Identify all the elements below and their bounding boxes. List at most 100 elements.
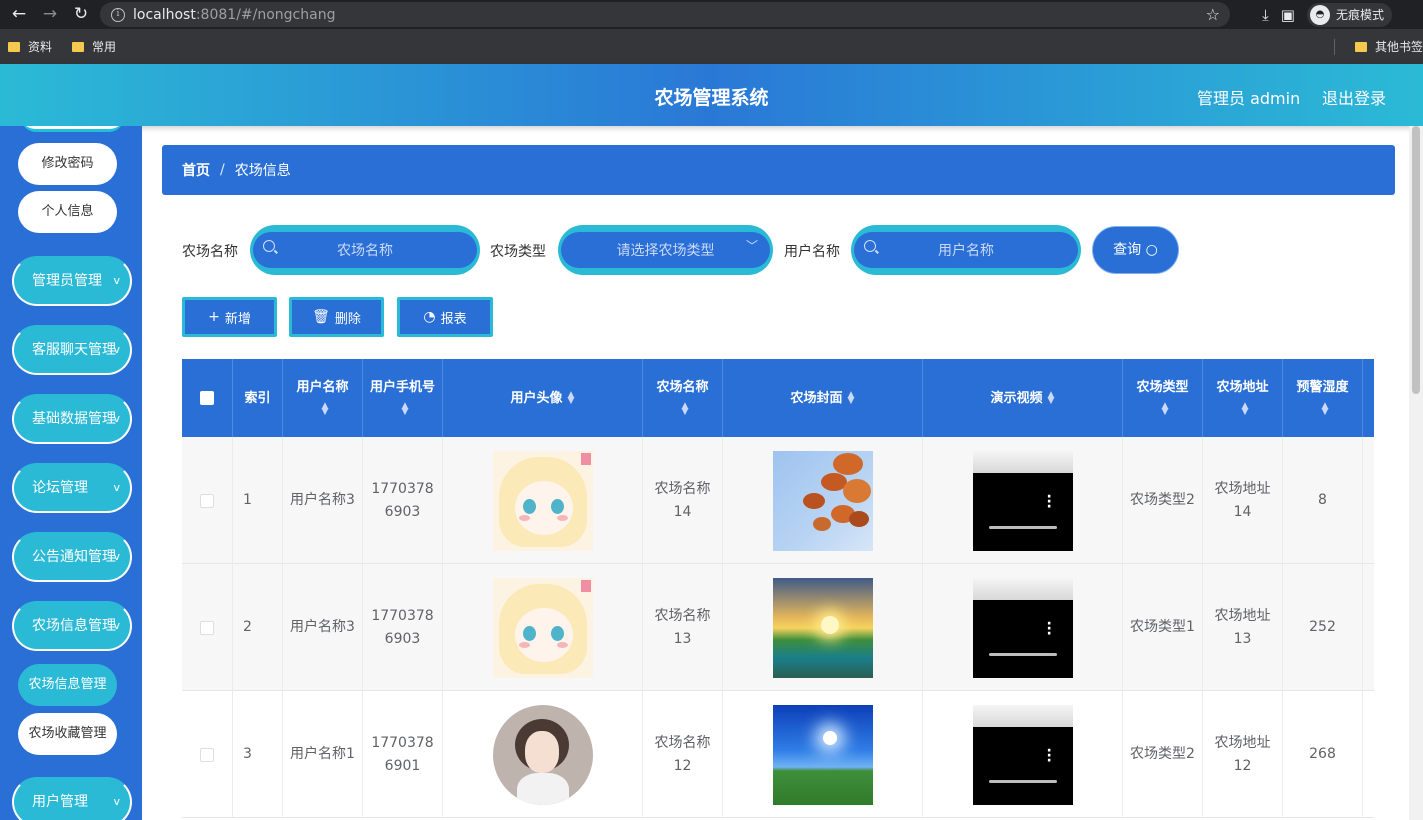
- sunset-lake-cover-image[interactable]: [772, 577, 873, 678]
- sort-icon[interactable]: ▲ ▼: [568, 391, 575, 406]
- user-name-placeholder: 用户名称: [938, 243, 994, 259]
- farm-address-cell: 农场地址14: [1203, 437, 1283, 564]
- column-header[interactable]: 用户头像 ▲ ▼: [443, 359, 643, 437]
- sort-icon[interactable]: ▲ ▼: [1048, 391, 1055, 406]
- column-header-label: 农场名称: [656, 380, 709, 395]
- column-header[interactable]: 用户名称 ▲ ▼: [283, 359, 363, 437]
- sidebar-menu-admin[interactable]: 管理员管理 v: [12, 256, 132, 306]
- reload-icon[interactable]: ↻: [69, 0, 93, 29]
- column-header[interactable]: 用户手机号 ▲ ▼: [363, 359, 443, 437]
- row-checkbox[interactable]: [200, 493, 214, 508]
- video-progress-bar[interactable]: [988, 779, 1057, 783]
- sidebar-menu-farm-info[interactable]: 农场信息管理 v: [12, 601, 132, 651]
- column-header[interactable]: 农场地址 ▲ ▼: [1203, 359, 1283, 437]
- sort-icon[interactable]: ▲ ▼: [682, 401, 689, 416]
- sidebar-menu-forum[interactable]: 论坛管理 v: [12, 463, 132, 513]
- address-bar[interactable]: i localhost :8081/#/nongchang ☆: [100, 2, 1230, 27]
- user-name-input[interactable]: 用户名称: [851, 225, 1081, 275]
- report-button[interactable]: ◔ 报表: [397, 297, 493, 337]
- chevron-down-icon: v: [113, 795, 120, 808]
- select-all-checkbox[interactable]: [200, 391, 214, 405]
- breadcrumb-home[interactable]: 首页: [182, 160, 210, 180]
- sidebar-menu-users[interactable]: 用户管理 v: [12, 777, 132, 820]
- video-player[interactable]: · · ·: [972, 450, 1073, 551]
- header-select-all[interactable]: [182, 359, 233, 437]
- bookmarks-bar: 资料 常用 其他书签: [0, 29, 1423, 64]
- video-progress-bar[interactable]: [988, 525, 1057, 529]
- sort-icon[interactable]: ▲ ▼: [1162, 401, 1169, 416]
- sidebar-menu-chat[interactable]: 客服聊天管理 v: [12, 325, 132, 375]
- query-button[interactable]: 查询 ○: [1092, 226, 1179, 274]
- column-header[interactable]: 农场封面 ▲ ▼: [723, 359, 923, 437]
- download-icon[interactable]: ⤓: [1262, 6, 1269, 24]
- browser-toolbar: ← → ↻ i localhost :8081/#/nongchang ☆ ⤓ …: [0, 0, 1423, 29]
- bookmark-label: 其他书签: [1374, 40, 1423, 54]
- column-header-label: 农场封面: [790, 390, 843, 406]
- more-options-icon[interactable]: · · ·: [1047, 744, 1052, 768]
- user-name-cell: 用户名称3: [283, 437, 363, 564]
- column-header[interactable]: 预警湿度 ▲ ▼: [1283, 359, 1363, 437]
- sort-icon[interactable]: ▲ ▼: [1322, 401, 1329, 416]
- side-panel-icon[interactable]: ▣: [1281, 6, 1295, 24]
- sidebar-item-hidden[interactable]: [21, 126, 124, 132]
- video-player[interactable]: · · ·: [972, 577, 1073, 678]
- column-header[interactable]: 农场名称 ▲ ▼: [643, 359, 723, 437]
- forward-arrow-icon[interactable]: →: [38, 0, 62, 29]
- back-arrow-icon[interactable]: ←: [7, 0, 31, 29]
- add-button[interactable]: + 新增: [182, 297, 277, 337]
- bookmark-folder[interactable]: 资料: [8, 38, 52, 55]
- sidebar-menu-base-data[interactable]: 基础数据管理 v: [12, 394, 132, 444]
- row-checkbox[interactable]: [200, 620, 214, 635]
- farm-name-input[interactable]: 农场名称: [250, 225, 480, 275]
- delete-button-label: 删除: [334, 311, 361, 327]
- warn-humidity-cell: 252: [1283, 564, 1363, 691]
- page-scrollbar[interactable]: [1409, 126, 1423, 820]
- video-player[interactable]: · · ·: [972, 704, 1073, 805]
- sidebar-subitem-farm-favorites[interactable]: 农场收藏管理: [18, 713, 117, 755]
- incognito-badge[interactable]: ◓ 无痕模式: [1306, 2, 1392, 27]
- table-row[interactable]: 2 用户名称3 17703786903 农场名称13 · · · 农场类型1 农…: [182, 564, 1374, 691]
- logout-link[interactable]: 退出登录: [1322, 85, 1386, 109]
- illustrated-woman-avatar-image[interactable]: [492, 704, 593, 805]
- sidebar-subitem-farm-info[interactable]: 农场信息管理: [18, 664, 117, 706]
- other-bookmarks[interactable]: 其他书签: [1354, 38, 1423, 55]
- table-row[interactable]: 3 用户名称1 17703786901 农场名称12 · · · 农场类型2 农场地…: [182, 691, 1374, 818]
- delete-button[interactable]: 🗑 删除: [289, 297, 384, 337]
- column-header[interactable]: 演示视频 ▲ ▼: [923, 359, 1123, 437]
- blue-sky-meadow-cover-image[interactable]: [772, 704, 873, 805]
- sidebar-item-profile[interactable]: 个人信息: [18, 191, 117, 233]
- bookmark-divider: [1333, 38, 1335, 55]
- sidebar-item-change-password[interactable]: 修改密码: [18, 143, 117, 185]
- demo-video-cell: · · ·: [923, 437, 1123, 564]
- table-row[interactable]: 1 用户名称3 17703786903 农场名称14 · · · 农场类型2 农…: [182, 437, 1374, 564]
- bookmark-folder[interactable]: 常用: [72, 38, 116, 55]
- sort-icon[interactable]: ▲ ▼: [322, 401, 329, 416]
- more-options-icon[interactable]: · · ·: [1047, 490, 1052, 514]
- farm-name-placeholder: 农场名称: [337, 243, 393, 259]
- plus-icon: +: [208, 309, 220, 325]
- sidebar-menu-label: 管理员管理: [32, 273, 102, 289]
- farm-type-select[interactable]: 请选择农场类型 ﹀: [558, 225, 773, 275]
- sort-icon[interactable]: ▲ ▼: [402, 401, 409, 416]
- row-checkbox[interactable]: [200, 747, 214, 762]
- folder-icon: [72, 41, 85, 52]
- chevron-down-icon: v: [113, 274, 120, 287]
- anime-girl-avatar-image[interactable]: [492, 577, 593, 678]
- warn-humidity-cell: 268: [1283, 691, 1363, 818]
- chevron-down-icon: v: [113, 550, 120, 563]
- sidebar-menu-notice[interactable]: 公告通知管理 v: [12, 532, 132, 582]
- chevron-down-icon: v: [113, 619, 120, 632]
- sort-icon[interactable]: ▲ ▼: [1242, 401, 1249, 416]
- more-options-icon[interactable]: · · ·: [1047, 617, 1052, 641]
- info-icon[interactable]: i: [111, 7, 125, 22]
- sidebar-menu-label: 用户管理: [32, 794, 88, 810]
- scrollbar-thumb[interactable]: [1412, 126, 1420, 394]
- video-progress-bar[interactable]: [988, 652, 1057, 656]
- star-icon[interactable]: ☆: [1206, 5, 1220, 24]
- chevron-down-icon: ﹀: [745, 239, 758, 253]
- autumn-leaves-cover-image[interactable]: [772, 450, 873, 551]
- sort-icon[interactable]: ▲ ▼: [848, 391, 855, 406]
- anime-girl-avatar-image[interactable]: [492, 450, 593, 551]
- column-header[interactable]: 农场类型 ▲ ▼: [1123, 359, 1203, 437]
- user-name-cell: 用户名称3: [283, 564, 363, 691]
